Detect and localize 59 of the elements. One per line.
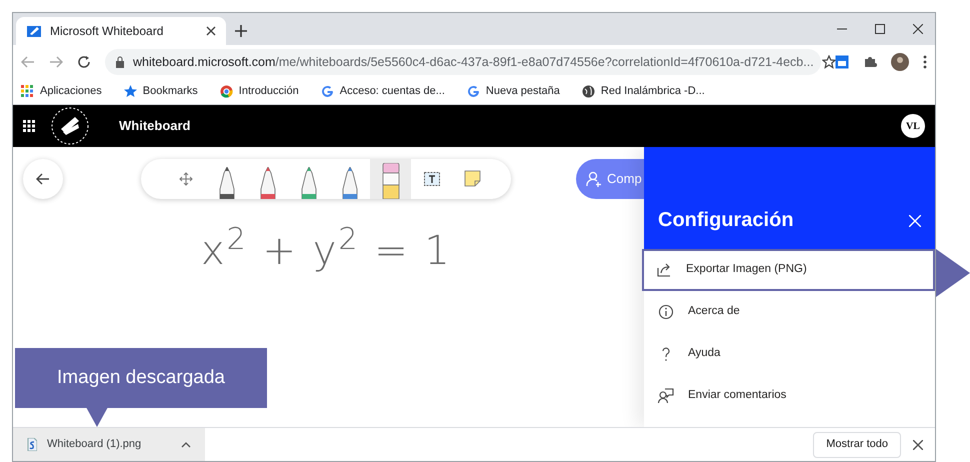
panel-title: Configuración: [658, 208, 794, 233]
emblem-logo-icon: [51, 107, 89, 145]
user-avatar[interactable]: VL: [901, 114, 925, 138]
share-button[interactable]: Comp: [576, 159, 645, 199]
callout-pointer-icon: [86, 407, 108, 427]
back-button[interactable]: [23, 159, 63, 199]
reload-icon[interactable]: [77, 55, 91, 69]
browser-tab[interactable]: Microsoft Whiteboard: [16, 17, 226, 45]
star-icon[interactable]: [822, 55, 836, 69]
tool-text-button[interactable]: [411, 159, 452, 199]
lock-icon: [115, 56, 125, 68]
new-tab-icon[interactable]: [234, 24, 248, 38]
profile-avatar-icon[interactable]: [891, 53, 909, 71]
eraser-icon: [382, 163, 400, 199]
extension-tile-icon[interactable]: [835, 55, 849, 69]
close-icon[interactable]: [206, 26, 216, 36]
chrome-logo-icon: [220, 85, 233, 98]
show-all-button[interactable]: Mostrar todo: [813, 432, 901, 458]
tool-eraser-button[interactable]: [370, 159, 411, 199]
sticky-note-icon: [464, 170, 481, 187]
settings-menu-item[interactable]: Ayuda: [644, 333, 935, 375]
bookmark-item[interactable]: Nueva pestaña: [466, 83, 568, 100]
app-title: Whiteboard: [119, 117, 192, 136]
google-logo-icon: [466, 85, 480, 98]
bookmark-item[interactable]: Bookmarks: [124, 83, 206, 100]
bookmark-item[interactable]: Acceso: cuentas de...: [320, 83, 453, 100]
tool-pen-button[interactable]: [329, 159, 370, 199]
pointer-arrow-icon: [936, 249, 970, 297]
add-person-icon: [586, 171, 602, 187]
maximize-icon[interactable]: [875, 24, 885, 34]
settings-menu-item[interactable]: Enviar comentarios: [644, 375, 935, 417]
bookmark-item[interactable]: Red Inalámbrica -D...: [582, 83, 713, 100]
globe-icon: [582, 85, 595, 98]
handwritten-equation: x$^{2}$ + y$^{2}$ = 1: [201, 221, 452, 276]
app-launcher-icon[interactable]: [23, 120, 35, 132]
info-icon: [658, 304, 674, 320]
settings-menu-item[interactable]: Acerca de: [644, 291, 935, 333]
star-icon: [124, 85, 137, 98]
settings-menu-item[interactable]: Exportar Imagen (PNG): [642, 249, 935, 291]
download-item[interactable]: Whiteboard (1).png: [13, 428, 205, 461]
tab-title: Microsoft Whiteboard: [50, 23, 164, 40]
feedback-icon: [658, 388, 674, 404]
back-arrow-icon: [36, 173, 50, 185]
export-icon: [656, 262, 672, 278]
callout-label: Imagen descargada: [15, 348, 267, 408]
chevron-up-icon: [181, 442, 191, 448]
apps-grid-icon: [21, 85, 34, 98]
move-icon: [178, 172, 192, 186]
close-icon[interactable]: [913, 440, 923, 450]
whiteboard-logo-icon: [26, 24, 42, 38]
text-box-icon: [424, 172, 440, 186]
file-icon: [27, 438, 37, 451]
google-logo-icon: [320, 85, 334, 98]
bookmark-item[interactable]: Aplicaciones: [21, 83, 110, 100]
close-icon[interactable]: [913, 24, 923, 34]
bookmark-item[interactable]: Introducción: [220, 83, 307, 100]
puzzle-icon[interactable]: [863, 55, 877, 69]
more-icon[interactable]: [923, 55, 927, 69]
url-text: whiteboard.microsoft.com/me/whiteboards/5e5560c4-d6ac-437a-89f1-e8a07d74556e?correlationId=4f70610a-d721-4ecb...: [133, 54, 814, 71]
